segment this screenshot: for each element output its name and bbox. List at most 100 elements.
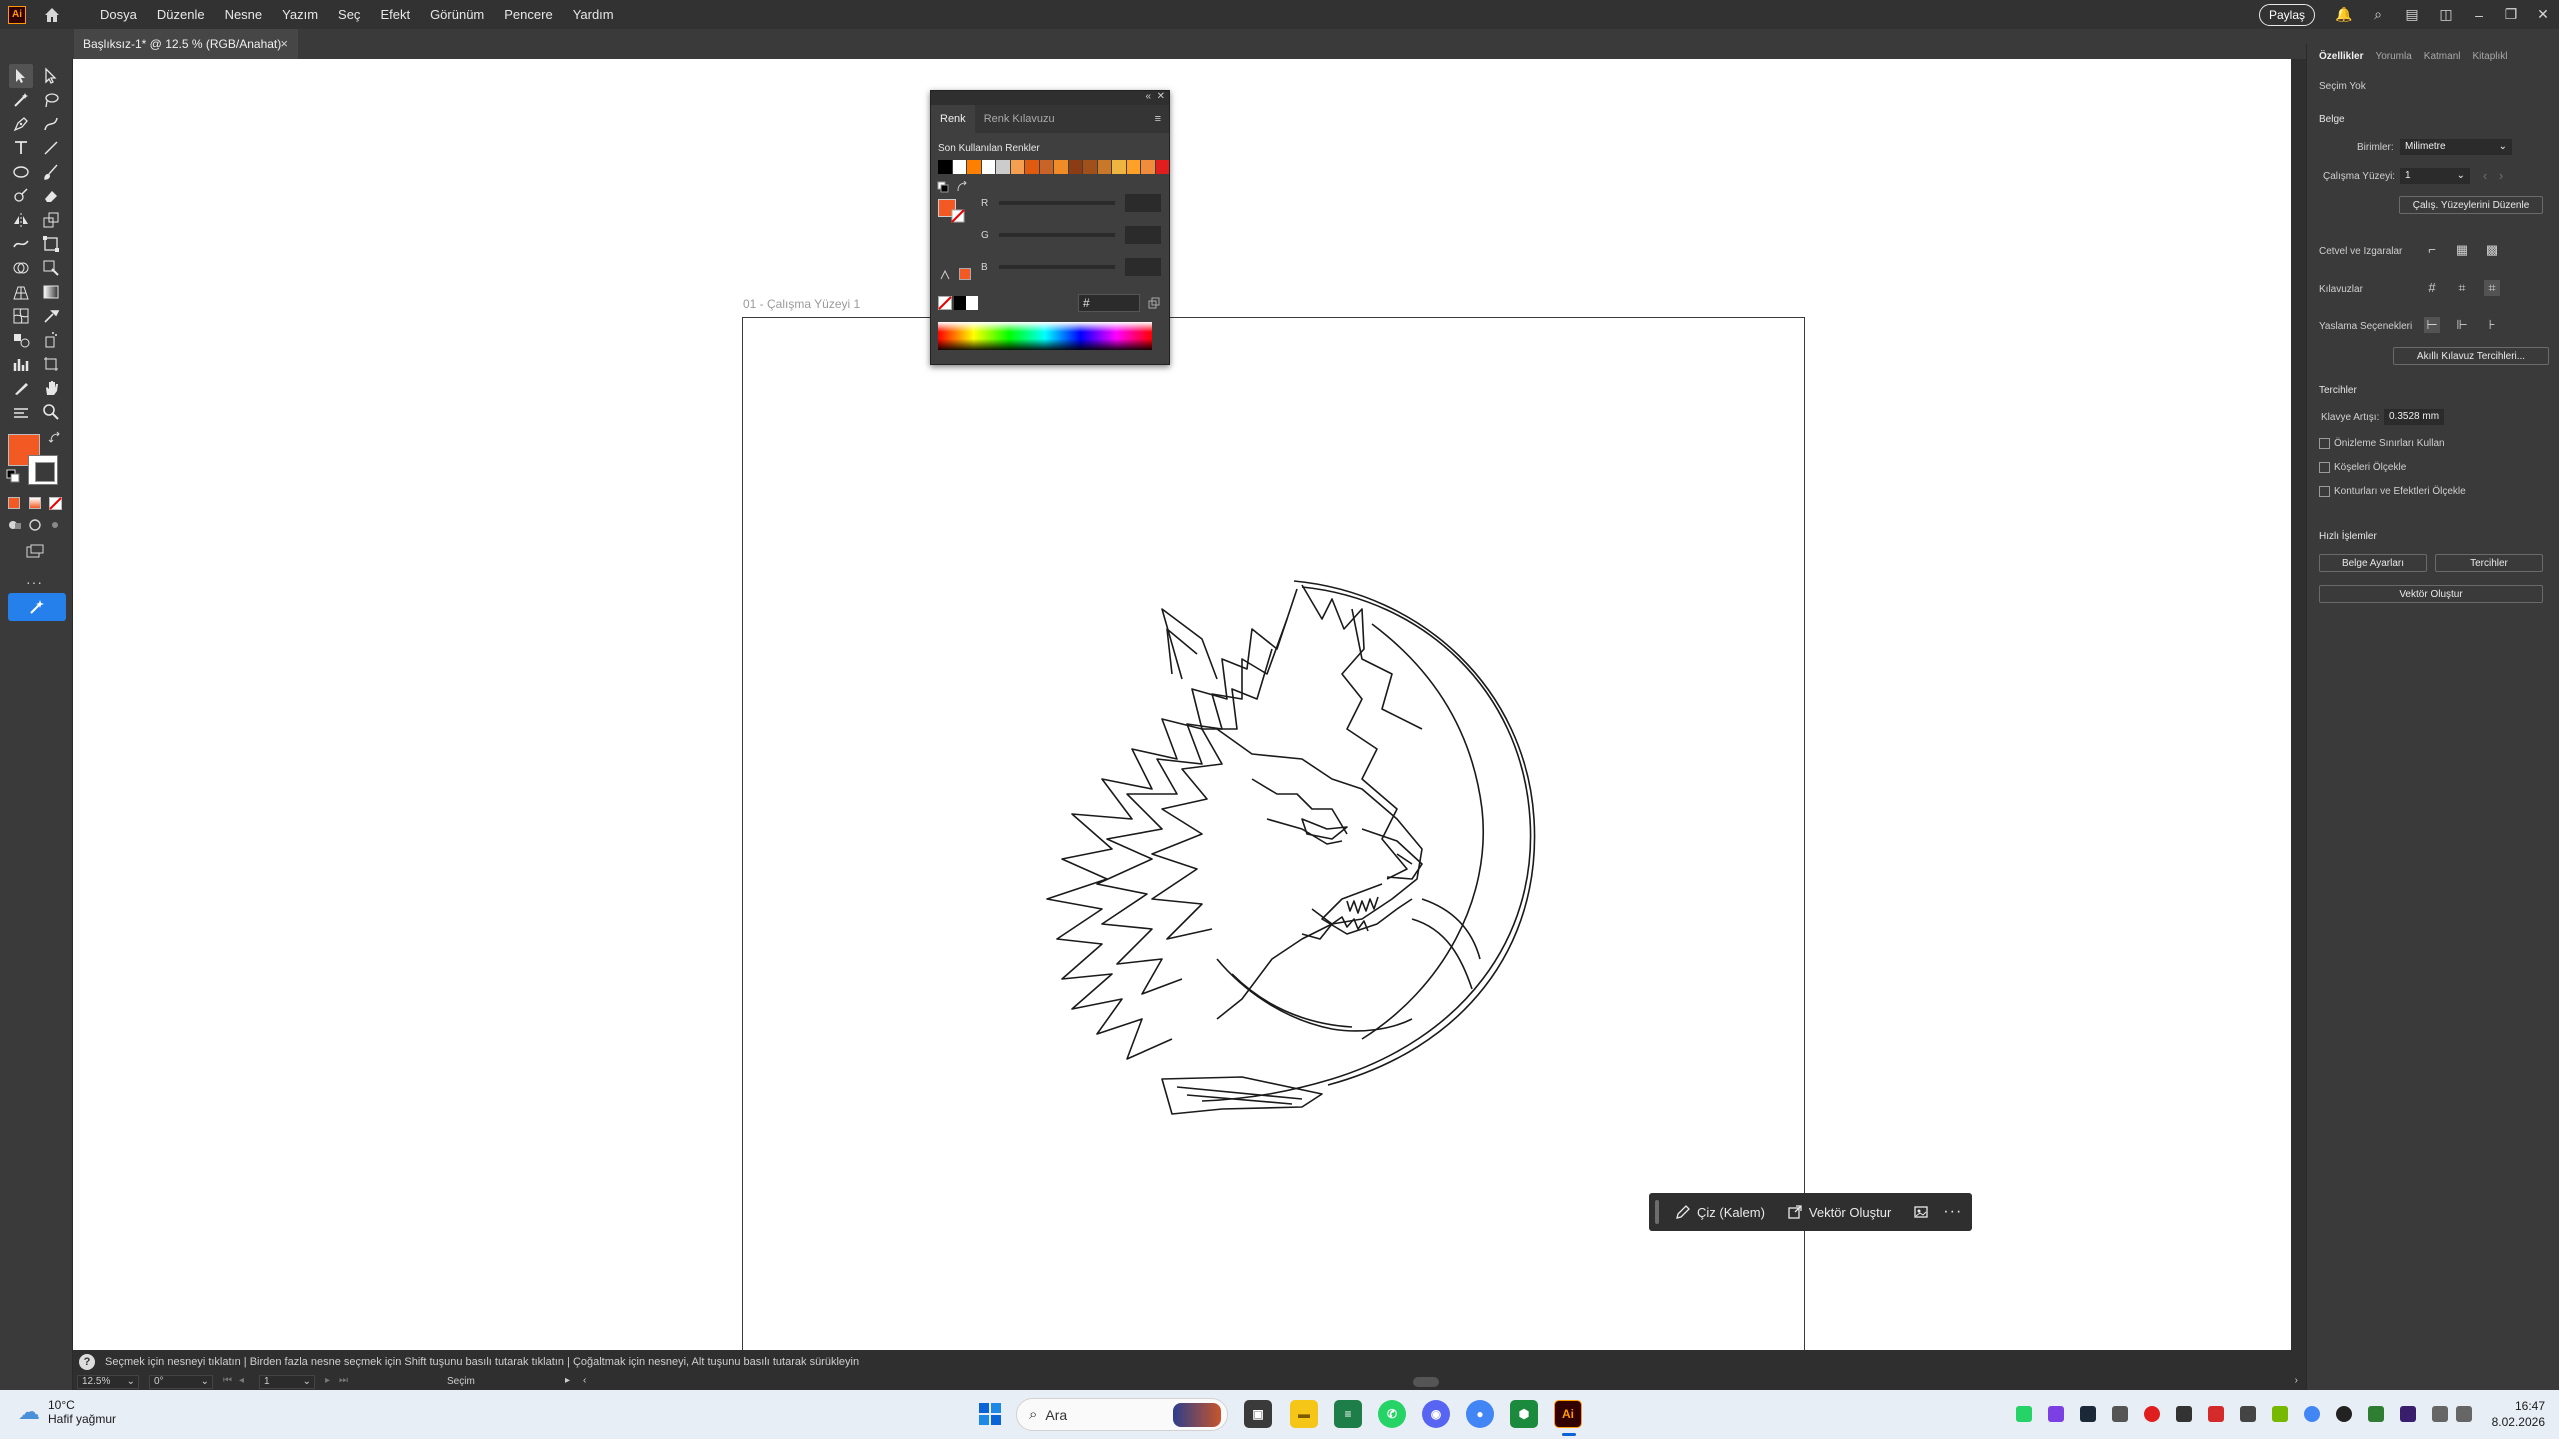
white-color-icon[interactable] (966, 296, 978, 310)
collapse-close-icons[interactable]: « ✕ (1146, 91, 1166, 102)
recent-swatch[interactable] (1054, 160, 1068, 174)
tray-app2-icon[interactable] (2176, 1406, 2192, 1422)
generative-tools-button[interactable] (8, 593, 66, 621)
recent-swatch[interactable] (952, 160, 966, 174)
next-artboard-icon[interactable]: ▸ (325, 1375, 330, 1386)
swap-colors-icon[interactable] (956, 181, 968, 193)
recent-swatch[interactable] (1025, 160, 1039, 174)
ruler-icon[interactable]: ⌐ (2424, 242, 2440, 258)
rotation-select[interactable]: 0° ⌄ (149, 1375, 213, 1389)
panel-stroke-swatch[interactable] (951, 209, 965, 223)
recent-swatch[interactable] (1141, 160, 1155, 174)
workspace-icon[interactable]: ◫ (2435, 4, 2457, 26)
column-graph-tool-icon[interactable] (9, 352, 33, 376)
eraser-tool-icon[interactable] (39, 184, 63, 208)
system-clock[interactable]: 16:47 8.02.2026 (2492, 1398, 2545, 1430)
default-fill-stroke-icon[interactable] (6, 469, 20, 483)
drag-handle[interactable] (1655, 1200, 1659, 1224)
menu-gorunum[interactable]: Görünüm (420, 0, 494, 29)
close-icon[interactable]: ✕ (2527, 6, 2559, 23)
minimize-icon[interactable]: – (2463, 7, 2495, 23)
menu-sec[interactable]: Seç (328, 0, 370, 29)
recent-swatch[interactable] (938, 160, 952, 174)
free-transform-tool-icon[interactable] (39, 232, 63, 256)
prev-artboard-icon[interactable]: ‹ (2477, 168, 2493, 184)
recent-swatch[interactable] (1097, 160, 1111, 174)
menu-dosya[interactable]: Dosya (90, 0, 147, 29)
zoom-tool-icon[interactable] (39, 400, 63, 424)
menu-yardim[interactable]: Yardım (563, 0, 624, 29)
more-options-icon[interactable]: ··· (1943, 1203, 1962, 1221)
eyedropper-tool-icon[interactable] (39, 304, 63, 328)
curvature-tool-icon[interactable] (39, 112, 63, 136)
slider-r[interactable]: R (981, 194, 1161, 212)
gamut-swatch[interactable] (959, 268, 971, 280)
vertical-scrollbar[interactable] (2291, 59, 2306, 1379)
warp-tool-icon[interactable] (9, 232, 33, 256)
preview-bounds-checkbox[interactable]: Önizleme Sınırları Kullan (2319, 438, 2445, 449)
chrome-icon[interactable]: ● (1466, 1400, 1494, 1428)
color-panel-header[interactable]: « ✕ (931, 91, 1169, 105)
tray-antivirus-icon[interactable] (2208, 1406, 2224, 1422)
scroll-right-icon[interactable]: › (2295, 1375, 2298, 1386)
none-color-icon[interactable] (938, 296, 952, 310)
artboard-tool-icon[interactable] (39, 352, 63, 376)
swap-fill-stroke-icon[interactable] (48, 431, 62, 445)
share-button[interactable]: Paylaş (2258, 3, 2315, 26)
weather-widget[interactable]: ☁ 10°C Hafif yağmur (18, 1398, 116, 1426)
mesh-tool-icon[interactable] (9, 304, 33, 328)
perspective-grid-tool-icon[interactable] (9, 280, 33, 304)
create-vector-panel-button[interactable]: Vektör Oluştur (2319, 585, 2543, 603)
tray-nvidia-icon[interactable] (2272, 1406, 2288, 1422)
last-artboard-icon[interactable]: ⏭ (339, 1375, 348, 1386)
transparency-grid-icon[interactable]: ▩ (2484, 242, 2500, 258)
stroke-color-swatch[interactable] (28, 455, 58, 485)
snap-to-glyph-icon[interactable]: ⊦ (2484, 317, 2500, 333)
menu-yazim[interactable]: Yazım (272, 0, 328, 29)
scale-strokes-checkbox[interactable]: Konturları ve Efektleri Ölçekle (2319, 486, 2466, 497)
default-colors-icon[interactable] (937, 181, 949, 193)
tray-record-icon[interactable] (2144, 1406, 2160, 1422)
panel-menu-icon[interactable]: ≡ (1155, 113, 1169, 125)
slider-g[interactable]: G (981, 226, 1161, 244)
maximize-icon[interactable]: ❐ (2495, 6, 2527, 23)
screen-mode-toggle-icon[interactable] (26, 544, 44, 558)
first-artboard-icon[interactable]: ⏮ (223, 1375, 232, 1386)
tray-controller-icon[interactable] (2112, 1406, 2128, 1422)
tray-volume-icon[interactable] (2456, 1406, 2472, 1422)
tray-steam-icon[interactable] (2080, 1406, 2096, 1422)
menu-duzenle[interactable]: Düzenle (147, 0, 215, 29)
ellipse-tool-icon[interactable] (9, 160, 33, 184)
whatsapp-icon[interactable]: ✆ (1378, 1400, 1406, 1428)
tray-app5-icon[interactable] (2400, 1406, 2416, 1422)
paintbrush-tool-icon[interactable] (39, 160, 63, 184)
draw-pencil-button[interactable]: Çiz (Kalem) (1675, 1204, 1765, 1220)
start-icon[interactable] (978, 1402, 1002, 1426)
recent-swatch[interactable] (1068, 160, 1082, 174)
snap-to-point-icon[interactable]: ⊢ (2424, 317, 2440, 333)
artboard-number-select[interactable]: 1 ⌄ (259, 1375, 315, 1389)
slider-b[interactable]: B (981, 258, 1161, 276)
tray-network-icon[interactable] (2432, 1406, 2448, 1422)
tray-app-icon[interactable] (2048, 1406, 2064, 1422)
recent-swatch[interactable] (1083, 160, 1097, 174)
color-spectrum[interactable] (938, 322, 1152, 350)
screen-mode-icon[interactable] (28, 518, 42, 532)
pen-tool-icon[interactable] (9, 112, 33, 136)
hand-tool-icon[interactable] (39, 376, 63, 400)
scale-corners-checkbox[interactable]: Köşeleri Ölçekle (2319, 462, 2406, 473)
direct-selection-tool-icon[interactable] (39, 64, 63, 88)
edit-artboards-button[interactable]: Çalış. Yüzeylerini Düzenle (2399, 196, 2543, 214)
create-vector-button[interactable]: Vektör Oluştur (1787, 1204, 1891, 1220)
reflect-tool-icon[interactable] (9, 208, 33, 232)
tab-comments[interactable]: Yorumla (2369, 51, 2417, 62)
scroll-left-icon[interactable]: ‹ (583, 1375, 586, 1386)
file-explorer-icon[interactable]: ▬ (1290, 1400, 1318, 1428)
notifications-icon[interactable]: 🔔 (2333, 4, 2355, 26)
document-setup-button[interactable]: Belge Ayarları (2319, 554, 2427, 572)
discord-icon[interactable]: ◉ (1422, 1400, 1450, 1428)
document-tab[interactable]: Başlıksız-1* @ 12.5 % (RGB/Anahat) × (74, 29, 298, 59)
prev-artboard-icon[interactable]: ◂ (239, 1375, 244, 1386)
gradient-tool-icon[interactable] (39, 280, 63, 304)
recent-swatch[interactable] (981, 160, 995, 174)
